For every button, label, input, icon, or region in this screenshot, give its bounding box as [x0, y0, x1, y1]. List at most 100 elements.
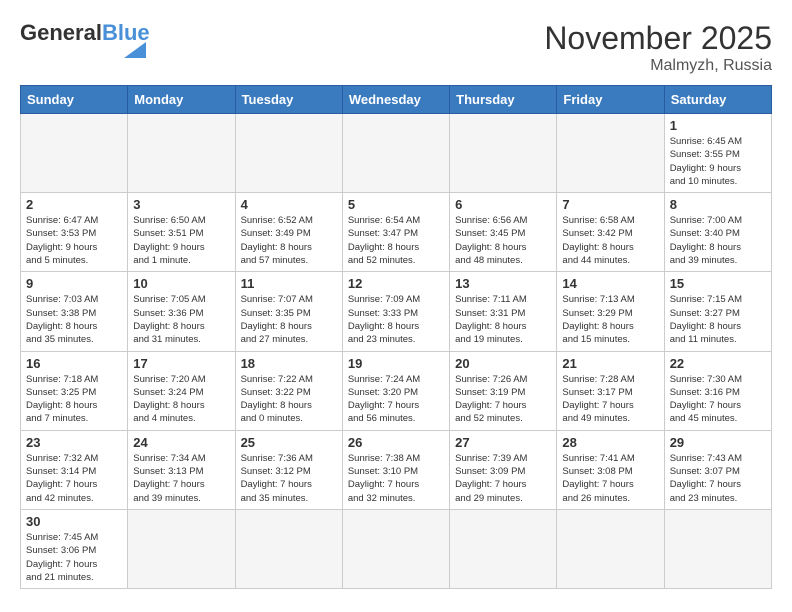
day-info: Sunrise: 7:22 AM Sunset: 3:22 PM Dayligh…	[241, 373, 337, 426]
calendar-week-row: 16 Sunrise: 7:18 AM Sunset: 3:25 PM Dayli…	[21, 351, 772, 430]
day-number: 21	[562, 356, 658, 371]
table-row: 30 Sunrise: 7:45 AM Sunset: 3:06 PM Dayli…	[21, 509, 128, 588]
page-header: General Blue November 2025 Malmyzh, Russ…	[20, 20, 772, 75]
day-number: 18	[241, 356, 337, 371]
calendar-table: Sunday Monday Tuesday Wednesday Thursday…	[20, 85, 772, 589]
table-row	[21, 114, 128, 193]
table-row: 18 Sunrise: 7:22 AM Sunset: 3:22 PM Dayli…	[235, 351, 342, 430]
title-block: November 2025 Malmyzh, Russia	[544, 20, 772, 75]
table-row: 8 Sunrise: 7:00 AM Sunset: 3:40 PM Daylig…	[664, 193, 771, 272]
day-info: Sunrise: 7:38 AM Sunset: 3:10 PM Dayligh…	[348, 452, 444, 505]
day-number: 29	[670, 435, 766, 450]
table-row: 21 Sunrise: 7:28 AM Sunset: 3:17 PM Dayli…	[557, 351, 664, 430]
day-info: Sunrise: 6:45 AM Sunset: 3:55 PM Dayligh…	[670, 135, 766, 188]
table-row	[557, 509, 664, 588]
day-info: Sunrise: 7:05 AM Sunset: 3:36 PM Dayligh…	[133, 293, 229, 346]
header-saturday: Saturday	[664, 86, 771, 114]
day-number: 19	[348, 356, 444, 371]
header-tuesday: Tuesday	[235, 86, 342, 114]
table-row: 9 Sunrise: 7:03 AM Sunset: 3:38 PM Daylig…	[21, 272, 128, 351]
day-info: Sunrise: 6:58 AM Sunset: 3:42 PM Dayligh…	[562, 214, 658, 267]
table-row: 4 Sunrise: 6:52 AM Sunset: 3:49 PM Daylig…	[235, 193, 342, 272]
table-row	[664, 509, 771, 588]
day-info: Sunrise: 7:18 AM Sunset: 3:25 PM Dayligh…	[26, 373, 122, 426]
day-info: Sunrise: 7:00 AM Sunset: 3:40 PM Dayligh…	[670, 214, 766, 267]
table-row: 29 Sunrise: 7:43 AM Sunset: 3:07 PM Dayli…	[664, 430, 771, 509]
table-row: 17Sunrise: 7:20 AM Sunset: 3:24 PM Dayli…	[128, 351, 235, 430]
day-number: 3	[133, 197, 229, 212]
day-info: Sunrise: 7:09 AM Sunset: 3:33 PM Dayligh…	[348, 293, 444, 346]
day-info: Sunrise: 7:39 AM Sunset: 3:09 PM Dayligh…	[455, 452, 551, 505]
day-number: 30	[26, 514, 122, 529]
day-number: 24	[133, 435, 229, 450]
day-info: Sunrise: 7:03 AM Sunset: 3:38 PM Dayligh…	[26, 293, 122, 346]
table-row	[235, 114, 342, 193]
day-number: 6	[455, 197, 551, 212]
header-sunday: Sunday	[21, 86, 128, 114]
day-number: 25	[241, 435, 337, 450]
day-info: Sunrise: 7:45 AM Sunset: 3:06 PM Dayligh…	[26, 531, 122, 584]
table-row: 6Sunrise: 6:56 AM Sunset: 3:45 PM Daylig…	[450, 193, 557, 272]
table-row: 2Sunrise: 6:47 AM Sunset: 3:53 PM Daylig…	[21, 193, 128, 272]
table-row: 28Sunrise: 7:41 AM Sunset: 3:08 PM Dayli…	[557, 430, 664, 509]
weekday-header-row: Sunday Monday Tuesday Wednesday Thursday…	[21, 86, 772, 114]
day-info: Sunrise: 7:34 AM Sunset: 3:13 PM Dayligh…	[133, 452, 229, 505]
day-info: Sunrise: 7:43 AM Sunset: 3:07 PM Dayligh…	[670, 452, 766, 505]
day-info: Sunrise: 7:41 AM Sunset: 3:08 PM Dayligh…	[562, 452, 658, 505]
table-row	[235, 509, 342, 588]
day-number: 14	[562, 276, 658, 291]
table-row	[128, 114, 235, 193]
header-monday: Monday	[128, 86, 235, 114]
calendar-week-row: 2Sunrise: 6:47 AM Sunset: 3:53 PM Daylig…	[21, 193, 772, 272]
day-number: 12	[348, 276, 444, 291]
table-row: 20 Sunrise: 7:26 AM Sunset: 3:19 PM Dayli…	[450, 351, 557, 430]
day-number: 16	[26, 356, 122, 371]
logo: General Blue	[20, 20, 150, 58]
day-number: 23	[26, 435, 122, 450]
header-wednesday: Wednesday	[342, 86, 449, 114]
day-number: 22	[670, 356, 766, 371]
table-row	[128, 509, 235, 588]
table-row	[342, 509, 449, 588]
day-number: 11	[241, 276, 337, 291]
table-row: 7Sunrise: 6:58 AM Sunset: 3:42 PM Daylig…	[557, 193, 664, 272]
table-row: 25Sunrise: 7:36 AM Sunset: 3:12 PM Dayli…	[235, 430, 342, 509]
day-info: Sunrise: 6:54 AM Sunset: 3:47 PM Dayligh…	[348, 214, 444, 267]
day-info: Sunrise: 7:28 AM Sunset: 3:17 PM Dayligh…	[562, 373, 658, 426]
day-number: 10	[133, 276, 229, 291]
header-thursday: Thursday	[450, 86, 557, 114]
day-info: Sunrise: 7:30 AM Sunset: 3:16 PM Dayligh…	[670, 373, 766, 426]
day-number: 20	[455, 356, 551, 371]
day-info: Sunrise: 7:26 AM Sunset: 3:19 PM Dayligh…	[455, 373, 551, 426]
table-row	[450, 114, 557, 193]
day-info: Sunrise: 7:07 AM Sunset: 3:35 PM Dayligh…	[241, 293, 337, 346]
day-number: 8	[670, 197, 766, 212]
day-info: Sunrise: 6:52 AM Sunset: 3:49 PM Dayligh…	[241, 214, 337, 267]
table-row: 24 Sunrise: 7:34 AM Sunset: 3:13 PM Dayli…	[128, 430, 235, 509]
day-number: 2	[26, 197, 122, 212]
day-info: Sunrise: 7:15 AM Sunset: 3:27 PM Dayligh…	[670, 293, 766, 346]
table-row: 3Sunrise: 6:50 AM Sunset: 3:51 PM Daylig…	[128, 193, 235, 272]
calendar-week-row: 1 Sunrise: 6:45 AM Sunset: 3:55 PM Daylig…	[21, 114, 772, 193]
day-number: 9	[26, 276, 122, 291]
table-row: 12 Sunrise: 7:09 AM Sunset: 3:33 PM Dayli…	[342, 272, 449, 351]
day-info: Sunrise: 7:32 AM Sunset: 3:14 PM Dayligh…	[26, 452, 122, 505]
table-row: 11 Sunrise: 7:07 AM Sunset: 3:35 PM Dayli…	[235, 272, 342, 351]
month-title: November 2025	[544, 20, 772, 57]
calendar-week-row: 9 Sunrise: 7:03 AM Sunset: 3:38 PM Daylig…	[21, 272, 772, 351]
table-row: 15Sunrise: 7:15 AM Sunset: 3:27 PM Dayli…	[664, 272, 771, 351]
day-number: 1	[670, 118, 766, 133]
table-row	[450, 509, 557, 588]
day-info: Sunrise: 7:11 AM Sunset: 3:31 PM Dayligh…	[455, 293, 551, 346]
location-title: Malmyzh, Russia	[544, 57, 772, 75]
table-row: 19 Sunrise: 7:24 AM Sunset: 3:20 PM Dayli…	[342, 351, 449, 430]
day-number: 17	[133, 356, 229, 371]
day-info: Sunrise: 7:24 AM Sunset: 3:20 PM Dayligh…	[348, 373, 444, 426]
table-row: 16 Sunrise: 7:18 AM Sunset: 3:25 PM Dayli…	[21, 351, 128, 430]
table-row	[342, 114, 449, 193]
day-number: 4	[241, 197, 337, 212]
table-row: 5Sunrise: 6:54 AM Sunset: 3:47 PM Daylig…	[342, 193, 449, 272]
header-friday: Friday	[557, 86, 664, 114]
table-row: 13Sunrise: 7:11 AM Sunset: 3:31 PM Dayli…	[450, 272, 557, 351]
calendar-week-row: 23 Sunrise: 7:32 AM Sunset: 3:14 PM Dayli…	[21, 430, 772, 509]
